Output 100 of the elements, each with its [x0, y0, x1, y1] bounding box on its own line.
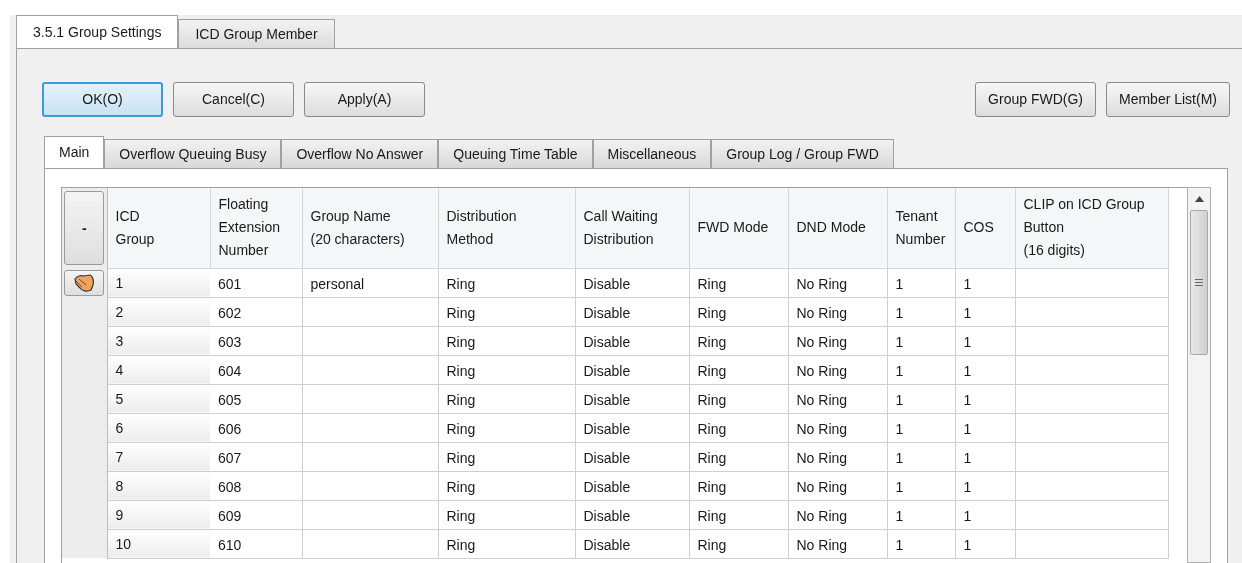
table-cell: 609: [210, 500, 302, 529]
table-cell: 9: [107, 500, 210, 529]
column-header: FWD Mode: [689, 188, 788, 268]
current-row-indicator[interactable]: [64, 269, 104, 296]
table-cell: 1: [107, 268, 210, 297]
tab[interactable]: Queuing Time Table: [438, 139, 593, 168]
table-cell: Ring: [689, 326, 788, 355]
scrollbar-thumb[interactable]: [1190, 210, 1208, 355]
table-cell: personal: [302, 268, 438, 297]
table-cell: No Ring: [788, 442, 887, 471]
table-cell: Disable: [575, 471, 689, 500]
grip-icon: [1195, 279, 1203, 286]
table-cell: Ring: [438, 268, 575, 297]
table-cell: Ring: [689, 384, 788, 413]
table-cell: 7: [107, 442, 210, 471]
table-cell: 601: [210, 268, 302, 297]
table-cell: No Ring: [788, 326, 887, 355]
tab[interactable]: Miscellaneous: [592, 139, 712, 168]
column-header: Group Name (20 characters): [302, 188, 438, 268]
table-cell: Disable: [575, 413, 689, 442]
table-cell: 602: [210, 297, 302, 326]
tab[interactable]: Overflow No Answer: [281, 139, 439, 168]
table-cell: Ring: [438, 442, 575, 471]
dialog-button[interactable]: OK(O): [42, 81, 163, 117]
table-cell: 1: [955, 413, 1015, 442]
table-cell: 1: [955, 355, 1015, 384]
tab[interactable]: Main: [44, 136, 105, 168]
table-cell: Ring: [438, 500, 575, 529]
dialog-button[interactable]: Apply(A): [304, 81, 425, 117]
row-header-button[interactable]: -: [64, 191, 105, 265]
table-cell: Ring: [689, 442, 788, 471]
table-cell: 610: [210, 529, 302, 558]
table-cell: Disable: [575, 355, 689, 384]
table-cell: No Ring: [788, 355, 887, 384]
table-cell: Ring: [689, 413, 788, 442]
dialog-button[interactable]: Cancel(C): [173, 81, 294, 117]
table-cell: 607: [210, 442, 302, 471]
vertical-scrollbar[interactable]: [1187, 187, 1211, 563]
table-cell: 8: [107, 471, 210, 500]
table-cell: 1: [955, 297, 1015, 326]
table-cell: Ring: [689, 471, 788, 500]
table-cell: Ring: [438, 529, 575, 558]
table-cell: 1: [955, 384, 1015, 413]
tab[interactable]: 3.5.1 Group Settings: [16, 15, 179, 48]
table-cell: 1: [955, 268, 1015, 297]
table-cell: 1: [887, 355, 955, 384]
table-cell: 1: [887, 384, 955, 413]
table-cell: 5: [107, 384, 210, 413]
dialog-button[interactable]: Group FWD(G): [975, 81, 1096, 117]
table-cell: Ring: [438, 413, 575, 442]
table-cell: 3: [107, 326, 210, 355]
table-cell: Ring: [689, 529, 788, 558]
table-cell: 1: [887, 442, 955, 471]
dialog-button[interactable]: Member List(M): [1106, 81, 1230, 117]
table-cell: 1: [955, 442, 1015, 471]
column-header: CLIP on ICD Group Button (16 digits): [1015, 188, 1168, 268]
table-cell: 10: [107, 529, 210, 558]
table-cell: No Ring: [788, 529, 887, 558]
table-cell: Ring: [689, 297, 788, 326]
table-cell: No Ring: [788, 384, 887, 413]
table-cell: Ring: [438, 326, 575, 355]
column-header: Distribution Method: [438, 188, 575, 268]
table-cell: Ring: [438, 297, 575, 326]
table-cell: 1: [955, 500, 1015, 529]
table-cell: Disable: [575, 268, 689, 297]
table-cell: No Ring: [788, 413, 887, 442]
table-cell: No Ring: [788, 500, 887, 529]
table-cell: Ring: [689, 500, 788, 529]
table-cell: 4: [107, 355, 210, 384]
column-header: Call Waiting Distribution: [575, 188, 689, 268]
table-cell: Disable: [575, 500, 689, 529]
tab[interactable]: Group Log / Group FWD: [711, 139, 894, 168]
table-cell: 1: [955, 326, 1015, 355]
table-cell: 2: [107, 297, 210, 326]
table-cell: Ring: [689, 268, 788, 297]
table-cell: Disable: [575, 326, 689, 355]
table-cell: 603: [210, 326, 302, 355]
table-cell: 1: [887, 297, 955, 326]
column-header: DND Mode: [788, 188, 887, 268]
table-cell: Ring: [438, 471, 575, 500]
table-cell: Disable: [575, 384, 689, 413]
tab[interactable]: Overflow Queuing Busy: [104, 139, 282, 168]
table-cell: 1: [955, 529, 1015, 558]
table-cell: 608: [210, 471, 302, 500]
scroll-up-arrow-icon[interactable]: [1194, 196, 1204, 202]
table-cell: Disable: [575, 297, 689, 326]
table-cell: 605: [210, 384, 302, 413]
table-cell: 1: [887, 471, 955, 500]
table-cell: 606: [210, 413, 302, 442]
column-header: Tenant Number: [887, 188, 955, 268]
table-cell: No Ring: [788, 471, 887, 500]
table-cell: No Ring: [788, 297, 887, 326]
column-header: ICD Group: [107, 188, 210, 268]
table-cell: Ring: [438, 355, 575, 384]
table-cell: 1: [887, 326, 955, 355]
table-cell: 6: [107, 413, 210, 442]
tab[interactable]: ICD Group Member: [178, 19, 335, 48]
table-cell: 1: [955, 471, 1015, 500]
column-header: Floating Extension Number: [210, 188, 302, 268]
table-cell: Disable: [575, 442, 689, 471]
